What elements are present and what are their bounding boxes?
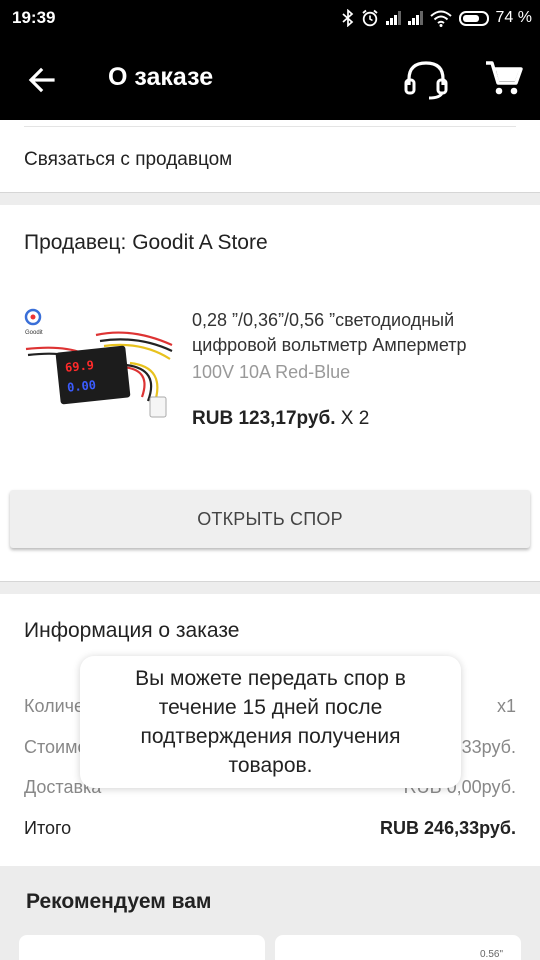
status-bar: 19:39 74 % <box>0 0 540 38</box>
battery-percent: 74 % <box>495 9 532 26</box>
order-info-heading: Информация о заказе <box>24 619 240 642</box>
open-dispute-button[interactable]: ОТКРЫТЬ СПОР <box>10 490 530 548</box>
product-title-line2: цифровой вольтметр Амперметр <box>192 335 467 355</box>
wifi-icon <box>429 10 452 27</box>
product-image[interactable]: Goodit 69.9 0.00 <box>22 305 180 453</box>
section-gap <box>0 192 540 205</box>
arrow-left-icon[interactable] <box>22 60 62 100</box>
alarm-clock-icon <box>361 9 378 27</box>
quantity-value: X 2 <box>340 408 370 429</box>
info-row-total: Итого RUB 246,33руб. <box>24 818 516 846</box>
recommend-section: Рекомендуем вам 0.56" <box>0 866 540 960</box>
status-time: 19:39 <box>12 8 56 27</box>
toast-text: Вы можете передать спор в течение 15 дне… <box>135 667 406 777</box>
recommend-card[interactable] <box>19 935 265 960</box>
seller-section: Продавец: Goodit A Store Goodit 69.9 0.0… <box>0 205 540 581</box>
divider <box>24 126 516 127</box>
price-value: RUB 123,17руб. <box>192 408 336 429</box>
app-bar: О заказе <box>0 38 540 120</box>
section-gap <box>0 581 540 594</box>
toast-message: Вы можете передать спор в течение 15 дне… <box>80 656 461 788</box>
signal-strength-icon-1 <box>385 11 401 25</box>
recommend-heading: Рекомендуем вам <box>26 890 212 913</box>
info-value: RUB 246,33руб. <box>380 818 516 838</box>
info-label: Итого <box>24 818 72 838</box>
brand-logo: Goodit <box>25 330 43 336</box>
product-title[interactable]: 0,28 ”/0,36”/0,56 ”светодиодный цифровой… <box>192 308 522 358</box>
product-title-line1: 0,28 ”/0,36”/0,56 ”светодиодный <box>192 310 455 330</box>
headset-icon[interactable] <box>402 57 450 101</box>
status-icons: 74 % <box>341 6 532 30</box>
recommend-card-label: 0.56" <box>479 949 503 960</box>
cart-icon[interactable] <box>484 58 524 98</box>
info-value: x1 <box>496 696 516 716</box>
product-variant: 100V 10A Red-Blue <box>192 362 351 382</box>
contact-seller-link[interactable]: Связаться с продавцом <box>24 149 232 171</box>
product-price: RUB 123,17руб. X 2 <box>192 408 369 430</box>
bluetooth-icon <box>341 9 353 27</box>
recommend-card[interactable]: 0.56" <box>275 935 521 960</box>
battery-icon <box>458 10 489 26</box>
signal-strength-icon-2 <box>407 11 423 25</box>
seller-name: Продавец: Goodit A Store <box>24 231 268 254</box>
page-title: О заказе <box>108 63 214 91</box>
contact-seller-row[interactable]: Связаться с продавцом <box>0 120 540 192</box>
